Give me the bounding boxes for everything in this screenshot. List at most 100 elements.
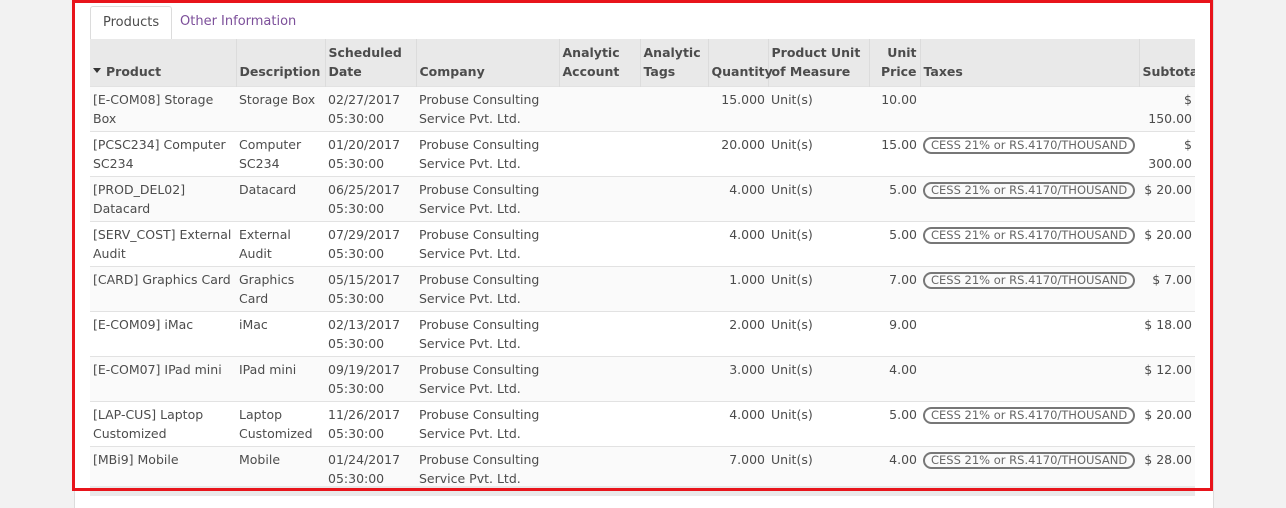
column-header-quantity[interactable]: Quantity [707, 39, 773, 87]
cell-subtotal: $ 20.00 [1139, 221, 1195, 267]
table-row[interactable]: [LAP-CUS] Laptop Customized Laptop Custom… [90, 401, 1195, 447]
cell-unit-price: 4.00 [869, 446, 920, 486]
cell-product: [E-COM07] IPad mini [90, 356, 236, 402]
cell-product: [PCSC234] Computer SC234 [90, 131, 236, 177]
cell-analytic-account [559, 311, 640, 357]
cell-analytic-tags [640, 266, 708, 312]
cell-product: [SERV_COST] External Audit [90, 221, 236, 267]
cell-uom: Unit(s) [768, 266, 869, 312]
cell-analytic-account [559, 86, 640, 132]
column-header-subtotal[interactable]: Subtotal [1138, 39, 1195, 87]
cell-unit-price: 15.00 [869, 131, 920, 177]
cell-subtotal: $ 300.00 [1139, 131, 1195, 177]
column-header-analytic-account[interactable]: Analytic Account [558, 39, 640, 87]
cell-uom: Unit(s) [768, 86, 869, 132]
cell-subtotal: $ 18.00 [1139, 311, 1195, 357]
cell-product: [MBi9] Mobile [90, 446, 236, 486]
cell-scheduled-date: 06/25/2017 05:30:00 [325, 176, 416, 222]
cell-analytic-tags [640, 446, 708, 486]
tab-other-information[interactable]: Other Information [168, 6, 308, 38]
column-header-taxes[interactable]: Taxes [919, 39, 1139, 87]
cell-uom: Unit(s) [768, 356, 869, 402]
table-row[interactable]: [MBi9] Mobile Mobile 01/24/2017 05:30:00 Pr… [90, 446, 1195, 486]
column-header-analytic-tags[interactable]: Analytic Tags [639, 39, 708, 87]
cell-company: Probuse Consulting Service Pvt. Ltd. [416, 311, 559, 357]
cell-company: Probuse Consulting Service Pvt. Ltd. [416, 221, 559, 267]
cell-taxes: CESS 21% or RS.4170/THOUSAND [920, 131, 1139, 177]
order-lines-table: Product Description Scheduled Date Compa… [90, 39, 1195, 486]
table-header-row: Product Description Scheduled Date Compa… [90, 39, 1195, 87]
cell-product: [CARD] Graphics Card [90, 266, 236, 312]
cell-uom: Unit(s) [768, 131, 869, 177]
tax-tag: CESS 21% or RS.4170/THOUSAND [923, 452, 1136, 469]
cell-unit-price: 5.00 [869, 401, 920, 447]
column-header-unit-price[interactable]: Unit Price [868, 39, 920, 87]
table-footer [90, 486, 1195, 496]
cell-description: Laptop Customized [236, 401, 325, 447]
cell-subtotal: $ 20.00 [1139, 176, 1195, 222]
cell-unit-price: 5.00 [869, 221, 920, 267]
cell-product: [LAP-CUS] Laptop Customized [90, 401, 236, 447]
cell-description: iMac [236, 311, 325, 357]
tab-products[interactable]: Products [90, 6, 173, 40]
cell-scheduled-date: 02/27/2017 05:30:00 [325, 86, 416, 132]
cell-analytic-account [559, 266, 640, 312]
column-header-company[interactable]: Company [415, 39, 559, 87]
table-row[interactable]: [PCSC234] Computer SC234 Computer SC234 01… [90, 131, 1195, 177]
cell-product: [E-COM09] iMac [90, 311, 236, 357]
cell-analytic-tags [640, 86, 708, 132]
notebook-tabs: Products Other Information [90, 6, 1195, 40]
cell-analytic-tags [640, 131, 708, 177]
table-row[interactable]: [E-COM08] Storage Box Storage Box 02/27/20… [90, 86, 1195, 132]
table-row[interactable]: [CARD] Graphics Card Graphics Card 05/15/2… [90, 266, 1195, 312]
cell-taxes [920, 86, 1139, 132]
cell-subtotal: $ 150.00 [1139, 86, 1195, 132]
cell-scheduled-date: 09/19/2017 05:30:00 [325, 356, 416, 402]
cell-uom: Unit(s) [768, 221, 869, 267]
cell-analytic-tags [640, 176, 708, 222]
cell-quantity: 7.000 [708, 446, 768, 486]
cell-description: Graphics Card [236, 266, 325, 312]
cell-scheduled-date: 11/26/2017 05:30:00 [325, 401, 416, 447]
cell-unit-price: 7.00 [869, 266, 920, 312]
column-header-product[interactable]: Product [90, 39, 236, 87]
cell-uom: Unit(s) [768, 446, 869, 486]
cell-taxes [920, 311, 1139, 357]
cell-quantity: 1.000 [708, 266, 768, 312]
cell-description: Mobile [236, 446, 325, 486]
cell-quantity: 15.000 [708, 86, 768, 132]
table-row[interactable]: [E-COM07] IPad mini IPad mini 09/19/2017 0… [90, 356, 1195, 402]
cell-analytic-account [559, 176, 640, 222]
table-row[interactable]: [PROD_DEL02] Datacard Datacard 06/25/2017 … [90, 176, 1195, 222]
table-row[interactable]: [E-COM09] iMac iMac 02/13/2017 05:30:00 Pro… [90, 311, 1195, 357]
cell-scheduled-date: 01/24/2017 05:30:00 [325, 446, 416, 486]
tax-tag: CESS 21% or RS.4170/THOUSAND [923, 137, 1136, 154]
table-row[interactable]: [SERV_COST] External Audit External Audit… [90, 221, 1195, 267]
column-header-description[interactable]: Description [235, 39, 325, 87]
cell-taxes: CESS 21% or RS.4170/THOUSAND [920, 446, 1139, 486]
cell-analytic-account [559, 131, 640, 177]
cell-analytic-account [559, 401, 640, 447]
cell-taxes: CESS 21% or RS.4170/THOUSAND [920, 401, 1139, 447]
cell-unit-price: 5.00 [869, 176, 920, 222]
tax-tag: CESS 21% or RS.4170/THOUSAND [923, 182, 1136, 199]
cell-unit-price: 4.00 [869, 356, 920, 402]
cell-company: Probuse Consulting Service Pvt. Ltd. [416, 86, 559, 132]
cell-subtotal: $ 12.00 [1139, 356, 1195, 402]
cell-quantity: 3.000 [708, 356, 768, 402]
cell-analytic-tags [640, 401, 708, 447]
column-header-scheduled-date[interactable]: Scheduled Date [324, 39, 416, 87]
cell-company: Probuse Consulting Service Pvt. Ltd. [416, 401, 559, 447]
cell-uom: Unit(s) [768, 401, 869, 447]
cell-analytic-account [559, 356, 640, 402]
cell-description: Datacard [236, 176, 325, 222]
cell-description: Computer SC234 [236, 131, 325, 177]
cell-description: Storage Box [236, 86, 325, 132]
cell-taxes: CESS 21% or RS.4170/THOUSAND [920, 266, 1139, 312]
cell-scheduled-date: 01/20/2017 05:30:00 [325, 131, 416, 177]
column-header-uom[interactable]: Product Unit of Measure [767, 39, 869, 87]
cell-scheduled-date: 02/13/2017 05:30:00 [325, 311, 416, 357]
cell-uom: Unit(s) [768, 311, 869, 357]
caret-down-icon [93, 68, 101, 73]
cell-product: [E-COM08] Storage Box [90, 86, 236, 132]
